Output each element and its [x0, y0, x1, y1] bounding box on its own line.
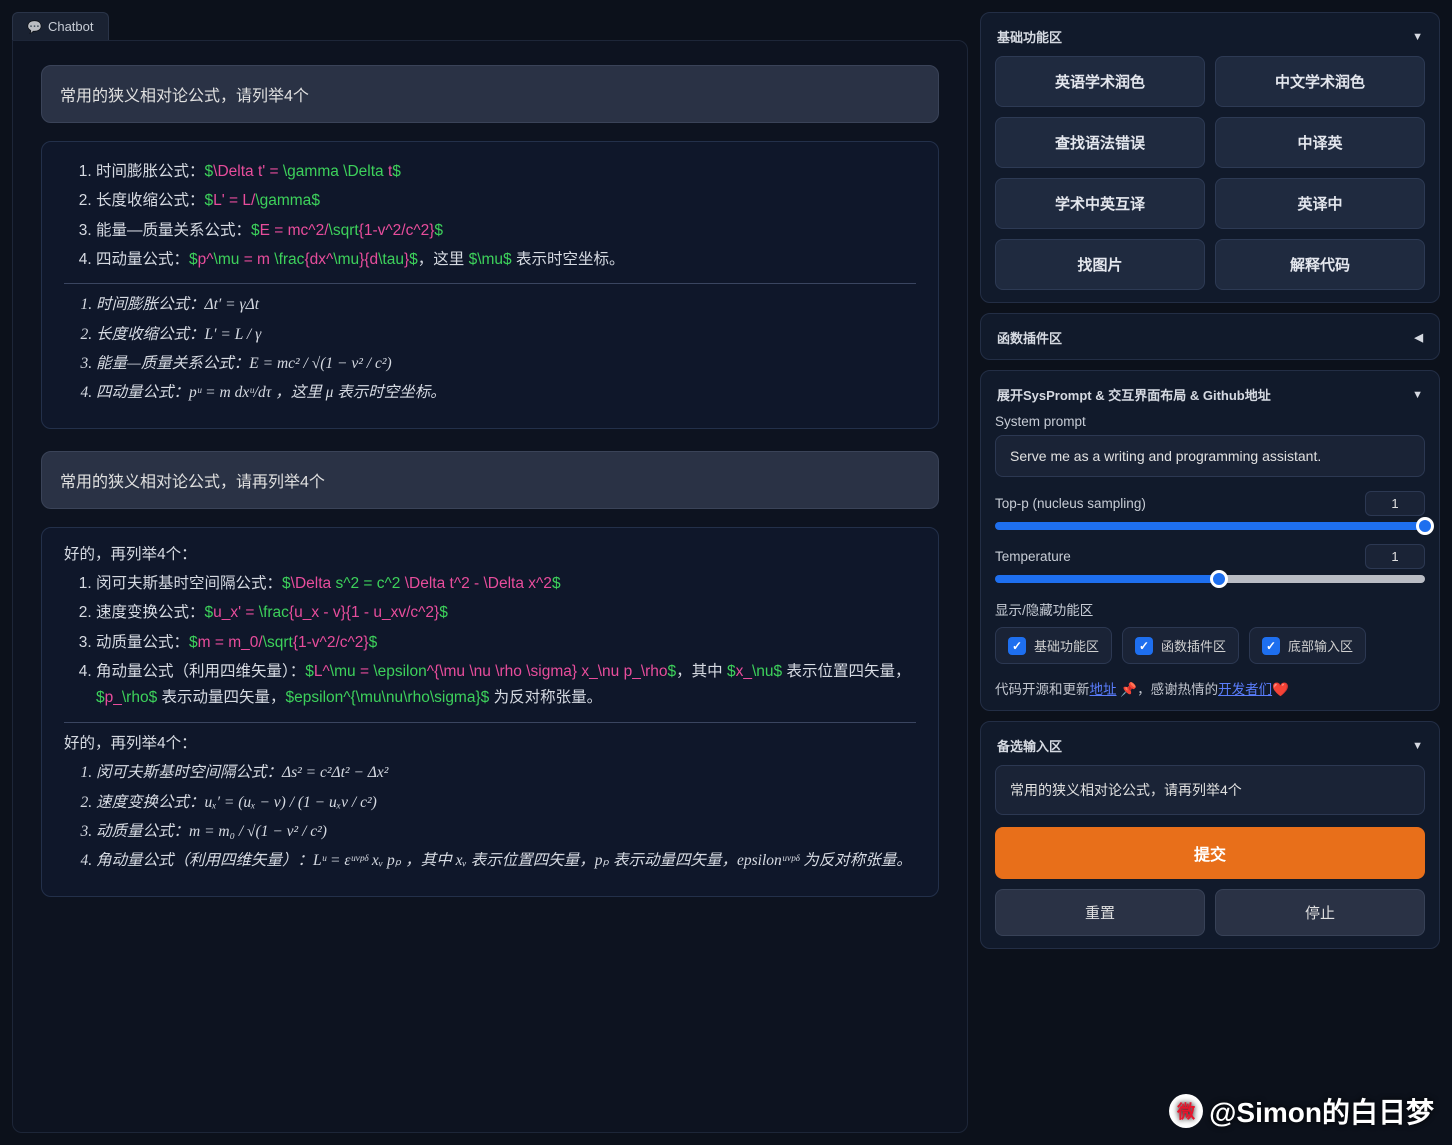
repo-link[interactable]: 地址	[1090, 682, 1117, 697]
visibility-checkbox[interactable]: ✓函数插件区	[1122, 627, 1239, 664]
system-prompt-input[interactable]: Serve me as a writing and programming as…	[995, 435, 1425, 477]
panel-alt-input: 备选输入区 ▼ 常用的狭义相对论公式，请再列举4个 提交 重置 停止	[980, 721, 1440, 949]
topp-value[interactable]: 1	[1365, 491, 1425, 516]
bot-message: 时间膨胀公式：$\Delta t' = \gamma \Delta t$ 长度收缩…	[41, 141, 939, 429]
temperature-value[interactable]: 1	[1365, 544, 1425, 569]
formula-rendered: 四动量公式：pᵘ = m dxᵘ/dτ ，这里 μ 表示时空坐标。	[96, 380, 916, 406]
formula-rendered: 速度变换公式：uₓ′ = (uₓ − v) / (1 − uₓv / c²)	[96, 790, 916, 816]
system-prompt-label: System prompt	[995, 414, 1425, 429]
formula-rendered: 时间膨胀公式：Δt′ = γΔt	[96, 292, 916, 318]
reset-button[interactable]: 重置	[995, 889, 1205, 936]
chevron-down-icon: ▼	[1412, 740, 1423, 752]
panel-functions-header[interactable]: 函数插件区 ◀	[995, 324, 1425, 349]
devs-link[interactable]: 开发者们	[1218, 682, 1272, 697]
formula-raw: 闵可夫斯基时空间隔公式：$\Delta s^2 = c^2 \Delta t^2…	[96, 571, 916, 597]
temperature-slider[interactable]	[995, 575, 1425, 583]
func-button[interactable]: 英译中	[1215, 178, 1425, 229]
alt-input[interactable]: 常用的狭义相对论公式，请再列举4个	[995, 765, 1425, 815]
chevron-left-icon: ◀	[1415, 331, 1423, 344]
func-button[interactable]: 中文学术润色	[1215, 56, 1425, 107]
temperature-label: Temperature	[995, 549, 1071, 564]
formula-raw: 角动量公式（利用四维矢量）：$L^\mu = \epsilon^{\mu \nu…	[96, 659, 916, 712]
panel-sysprompt-header[interactable]: 展开SysPrompt & 交互界面布局 & Github地址 ▼	[995, 381, 1425, 414]
formula-raw: 时间膨胀公式：$\Delta t' = \gamma \Delta t$	[96, 159, 916, 185]
checkbox-icon: ✓	[1262, 637, 1280, 655]
formula-rendered: 动质量公式：m = m₀ / √(1 − v² / c²)	[96, 819, 916, 845]
panel-basic: 基础功能区 ▼ 英语学术润色中文学术润色查找语法错误中译英学术中英互译英译中找图…	[980, 12, 1440, 303]
panel-sysprompt: 展开SysPrompt & 交互界面布局 & Github地址 ▼ System…	[980, 370, 1440, 711]
topp-slider[interactable]	[995, 522, 1425, 530]
tab-chatbot[interactable]: 💬 Chatbot	[12, 12, 109, 40]
func-button[interactable]: 英语学术润色	[995, 56, 1205, 107]
func-button[interactable]: 中译英	[1215, 117, 1425, 168]
footer-note: 代码开源和更新地址 📌，感谢热情的开发者们❤️	[995, 678, 1425, 698]
formula-raw: 动质量公式：$m = m_0/\sqrt{1-v^2/c^2}$	[96, 630, 916, 656]
bot-message: 好的，再列举4个： 闵可夫斯基时空间隔公式：$\Delta s^2 = c^2 …	[41, 527, 939, 897]
chat-icon: 💬	[27, 20, 42, 34]
formula-raw: 能量—质量关系公式：$E = mc^2/\sqrt{1-v^2/c^2}$	[96, 218, 916, 244]
stop-button[interactable]: 停止	[1215, 889, 1425, 936]
func-button[interactable]: 查找语法错误	[995, 117, 1205, 168]
formula-raw: 速度变换公式：$u_x' = \frac{u_x - v}{1 - u_xv/c…	[96, 600, 916, 626]
submit-button[interactable]: 提交	[995, 827, 1425, 879]
visibility-checkbox[interactable]: ✓基础功能区	[995, 627, 1112, 664]
formula-rendered: 长度收缩公式：L′ = L / γ	[96, 322, 916, 348]
func-button[interactable]: 学术中英互译	[995, 178, 1205, 229]
formula-raw: 长度收缩公式：$L' = L/\gamma$	[96, 188, 916, 214]
formula-raw: 四动量公式：$p^\mu = m \frac{dx^\mu}{d\tau}$，这…	[96, 247, 916, 273]
user-message: 常用的狭义相对论公式，请再列举4个	[41, 451, 939, 509]
visibility-checkbox[interactable]: ✓底部输入区	[1249, 627, 1366, 664]
topp-label: Top-p (nucleus sampling)	[995, 496, 1146, 511]
panel-alt-input-header[interactable]: 备选输入区 ▼	[995, 732, 1425, 765]
panel-functions: 函数插件区 ◀	[980, 313, 1440, 360]
panel-basic-header[interactable]: 基础功能区 ▼	[995, 23, 1425, 56]
visibility-label: 显示/隐藏功能区	[995, 599, 1425, 619]
tab-label: Chatbot	[48, 19, 94, 34]
checkbox-icon: ✓	[1135, 637, 1153, 655]
user-message: 常用的狭义相对论公式，请列举4个	[41, 65, 939, 123]
chat-area[interactable]: 常用的狭义相对论公式，请列举4个 时间膨胀公式：$\Delta t' = \ga…	[12, 40, 968, 1133]
formula-rendered: 能量—质量关系公式：E = mc² / √(1 − v² / c²)	[96, 351, 916, 377]
func-button[interactable]: 找图片	[995, 239, 1205, 290]
chevron-down-icon: ▼	[1412, 31, 1423, 43]
chevron-down-icon: ▼	[1412, 389, 1423, 401]
formula-rendered: 闵可夫斯基时空间隔公式：Δs² = c²Δt² − Δx²	[96, 760, 916, 786]
checkbox-icon: ✓	[1008, 637, 1026, 655]
formula-rendered: 角动量公式（利用四维矢量）：Lᵘ = εᵘᵛᵖᵟ xᵥ pₚ ，其中 xᵥ 表示…	[96, 848, 916, 874]
func-button[interactable]: 解释代码	[1215, 239, 1425, 290]
